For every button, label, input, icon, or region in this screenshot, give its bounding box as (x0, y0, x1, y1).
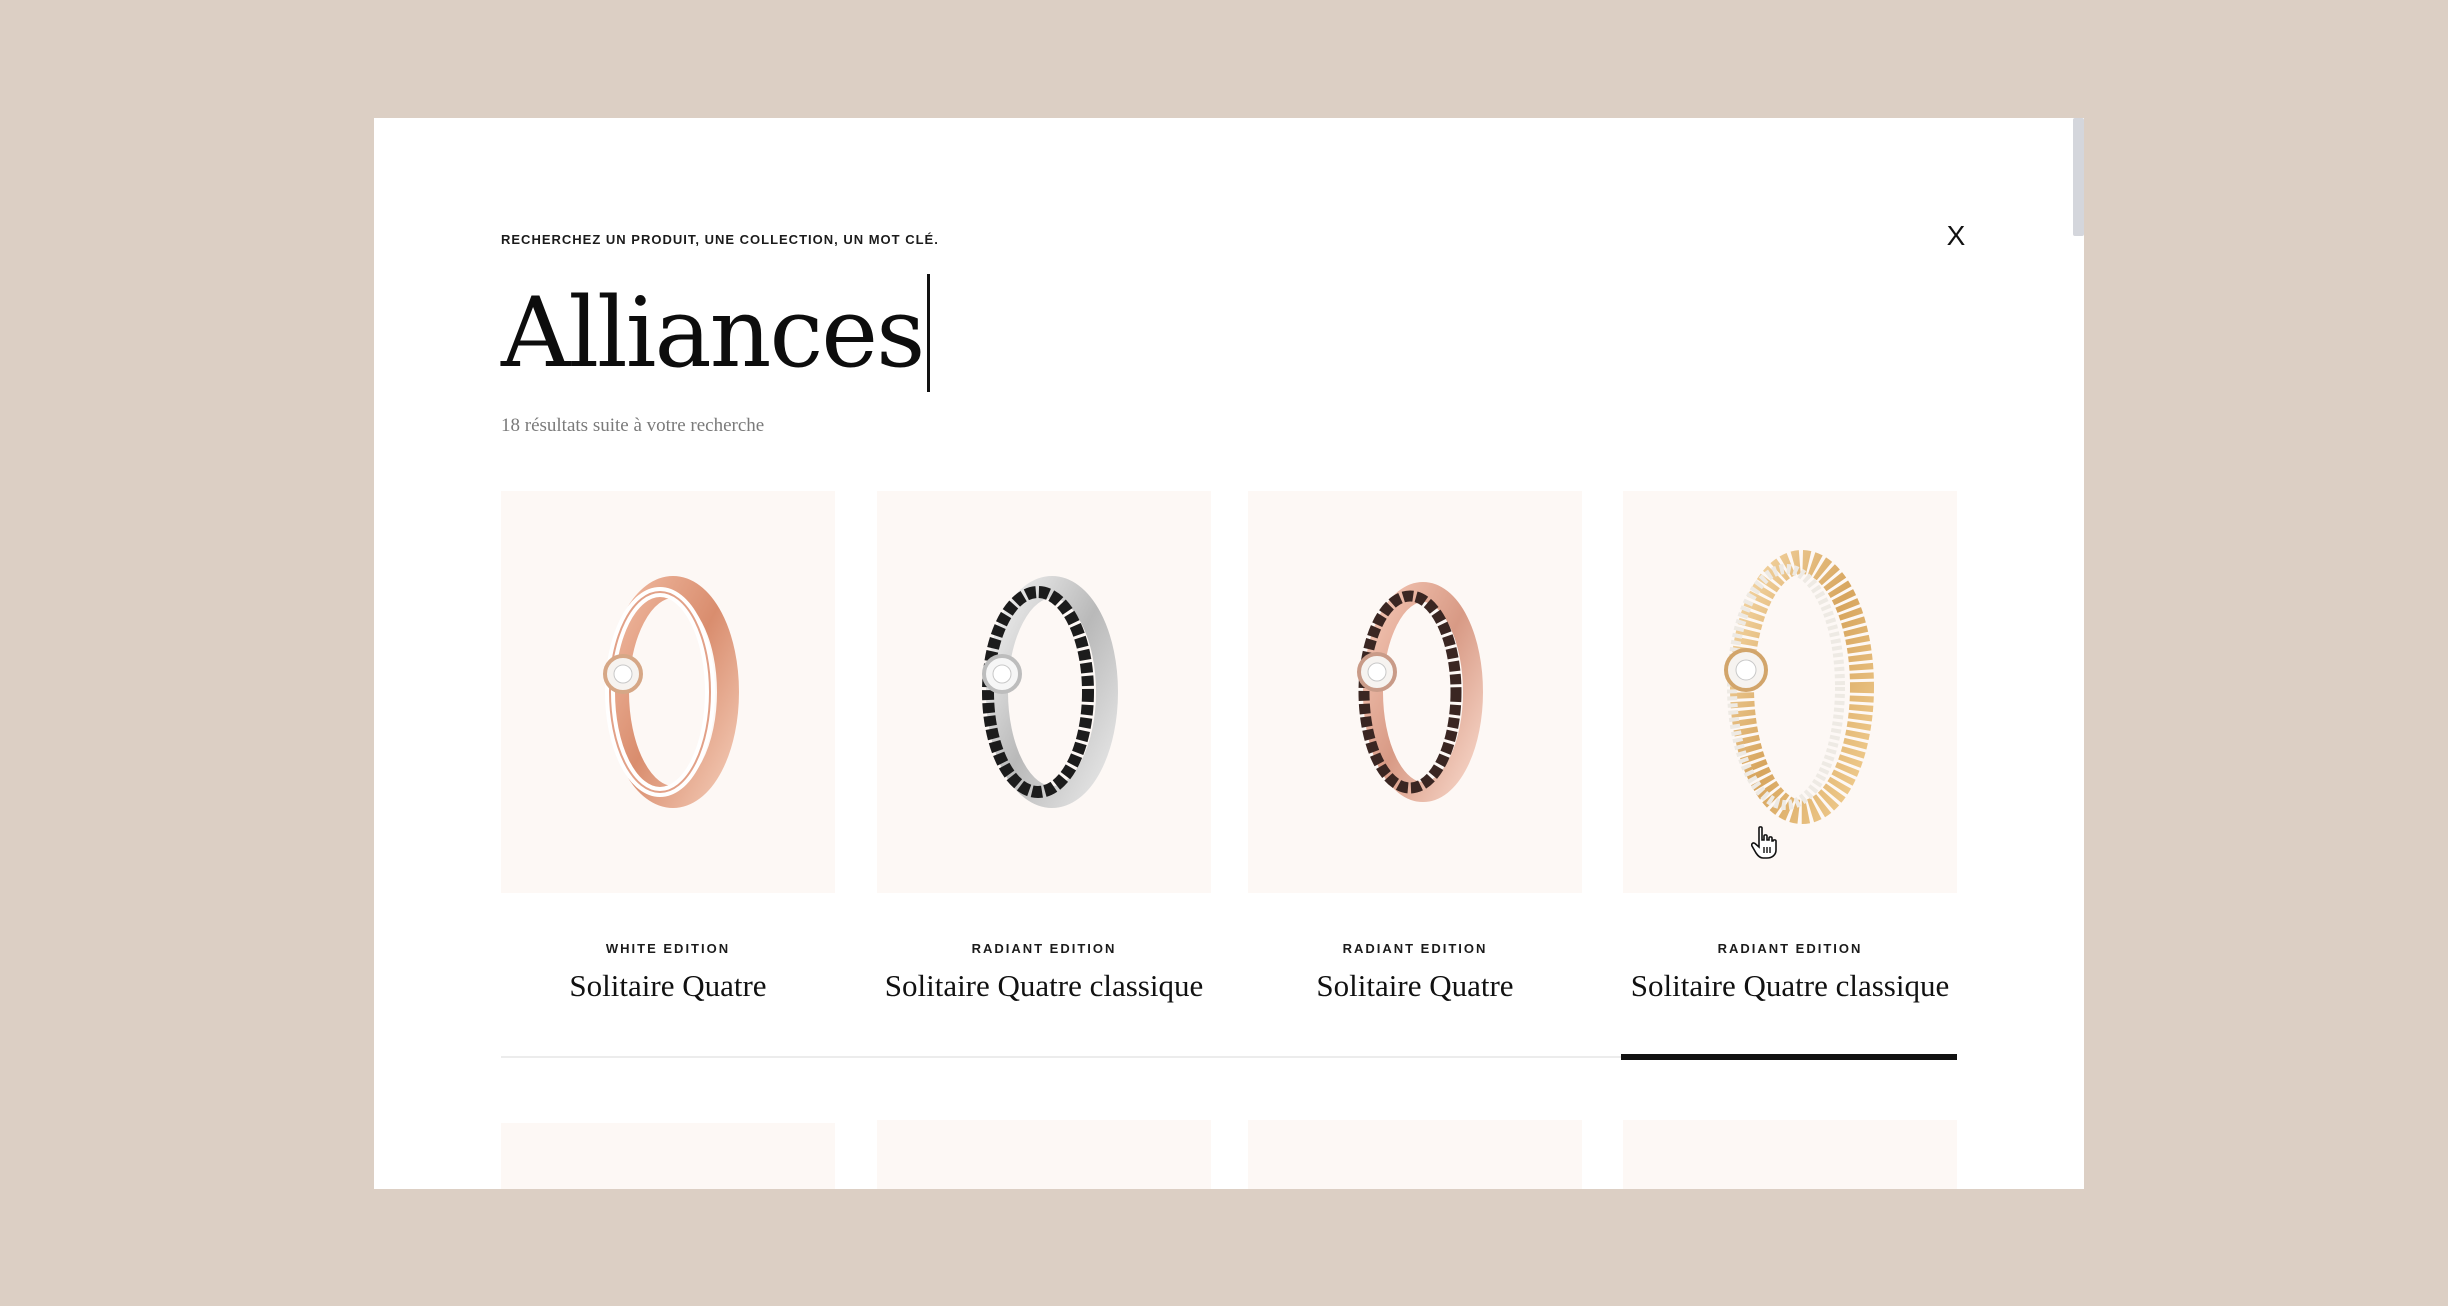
hand-cursor-icon (1750, 826, 1777, 865)
scrollbar[interactable] (2073, 118, 2084, 1189)
search-field[interactable]: Alliances (501, 268, 931, 398)
product-card-placeholder[interactable] (501, 1123, 835, 1189)
search-input[interactable]: Alliances (501, 285, 925, 381)
scrollbar-thumb[interactable] (2073, 118, 2084, 236)
product-edition: RADIANT EDITION (1342, 941, 1488, 956)
product-name[interactable]: Solitaire Quatre (1248, 968, 1582, 1004)
product-card[interactable]: RADIANT EDITION Solitaire Quatre (1248, 491, 1582, 1004)
product-image[interactable] (501, 491, 835, 893)
product-edition: WHITE EDITION (605, 941, 731, 956)
product-card[interactable]: RADIANT EDITION Solitaire Quatre classiq… (1623, 491, 1957, 1004)
search-label: RECHERCHEZ UN PRODUIT, UNE COLLECTION, U… (501, 232, 939, 247)
product-name[interactable]: Solitaire Quatre classique (877, 968, 1211, 1004)
results-count: 18 résultats suite à votre recherche (501, 415, 765, 436)
product-edition: RADIANT EDITION (971, 941, 1117, 956)
product-edition: RADIANT EDITION (1717, 941, 1863, 956)
product-card-placeholder[interactable] (1623, 1120, 1957, 1189)
text-caret (927, 274, 931, 392)
yellow-gold-diamond-ring-icon (1724, 550, 1874, 824)
carousel-indicator[interactable] (1621, 1054, 1957, 1060)
close-button[interactable]: X (1938, 218, 1974, 254)
rose-gold-white-ring-icon (603, 576, 739, 808)
product-card[interactable]: WHITE EDITION Solitaire Quatre (501, 491, 835, 1004)
product-name[interactable]: Solitaire Quatre classique (1623, 968, 1957, 1004)
search-modal: RECHERCHEZ UN PRODUIT, UNE COLLECTION, U… (374, 118, 2084, 1189)
product-card[interactable]: RADIANT EDITION Solitaire Quatre classiq… (877, 491, 1211, 1004)
product-card-placeholder[interactable] (877, 1120, 1211, 1189)
product-image[interactable] (877, 491, 1211, 893)
product-name[interactable]: Solitaire Quatre (501, 968, 835, 1004)
product-card-placeholder[interactable] (1248, 1120, 1582, 1189)
product-image[interactable] (1248, 491, 1582, 893)
white-gold-black-ring-icon (982, 576, 1118, 808)
product-image[interactable] (1623, 491, 1957, 893)
rose-gold-brown-ring-icon (1357, 582, 1483, 802)
